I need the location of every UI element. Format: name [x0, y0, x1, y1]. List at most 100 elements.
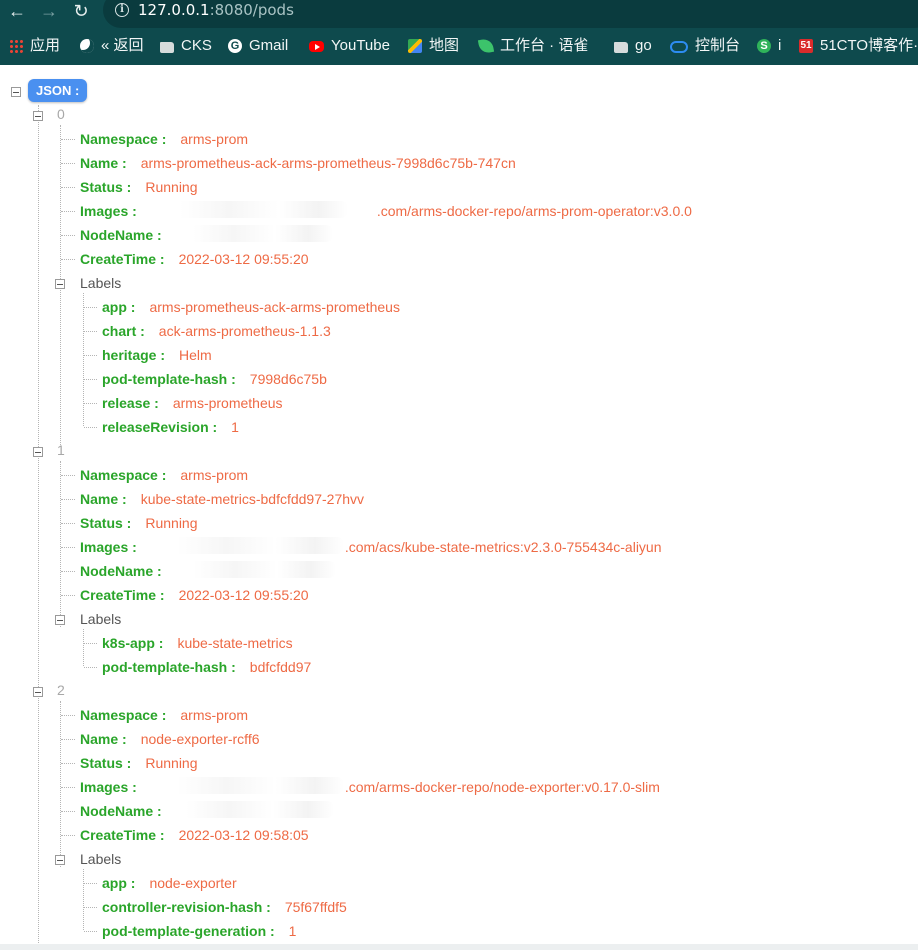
tree-connector: [61, 835, 75, 836]
bookmark-maps[interactable]: 地图: [408, 36, 459, 56]
pod-0-collapse-toggle[interactable]: [33, 111, 43, 121]
field-value: .com/arms-docker-repo/arms-prom-operator…: [376, 203, 692, 219]
field-key: Namespace :: [80, 131, 167, 147]
reload-icon[interactable]: ↻: [69, 0, 93, 22]
labels-collapse-toggle[interactable]: [55, 615, 65, 625]
label-value: kube-state-metrics: [177, 635, 293, 651]
pod-index: 2: [57, 682, 65, 698]
field-key: NodeName :: [80, 227, 162, 243]
tree-connector: [61, 787, 75, 788]
back-arrow-icon[interactable]: ←: [5, 0, 29, 22]
tree-connector: [61, 595, 75, 596]
cloud-icon: [670, 41, 688, 53]
folder-icon: [614, 41, 628, 53]
field-row: Status : Running: [80, 754, 198, 772]
label-row: k8s-app : kube-state-metrics: [102, 634, 293, 652]
redaction-blur: [148, 537, 344, 554]
label-value: Helm: [179, 347, 212, 363]
tree-connector: [61, 187, 75, 188]
tree-connector: [84, 907, 97, 908]
tree-connector: [84, 667, 97, 668]
tree-guide-line: [60, 461, 61, 627]
json-tree-viewer: JSON : 0 Namespace : arms-prom Name : arms…: [0, 65, 918, 950]
label-row: pod-template-hash : 7998d6c75b: [102, 370, 327, 388]
field-value: kube-state-metrics-bdfcfdd97-27hvv: [140, 491, 365, 507]
tree-connector: [61, 499, 75, 500]
tree-connector: [61, 571, 75, 572]
field-value: Running: [145, 515, 198, 531]
tree-connector: [61, 811, 75, 812]
field-key: NodeName :: [80, 803, 162, 819]
pod-1-collapse-toggle[interactable]: [33, 447, 43, 457]
field-key: NodeName :: [80, 563, 162, 579]
labels-collapse-toggle[interactable]: [55, 279, 65, 289]
field-row: Namespace : arms-prom: [80, 466, 248, 484]
field-key: Name :: [80, 731, 127, 747]
redaction-blur: [168, 561, 336, 578]
bookmark-apps[interactable]: 应用: [9, 36, 60, 56]
field-value: arms-prom: [180, 707, 249, 723]
google-icon: G: [228, 39, 242, 53]
bookmark-cks[interactable]: CKS: [160, 36, 212, 56]
browser-toolbar: ← → ↻ i 127.0.0.1:8080/pods 应用 « 返回 CKS …: [0, 0, 918, 65]
field-row: Namespace : arms-prom: [80, 130, 248, 148]
label-key: heritage :: [102, 347, 166, 363]
info-icon[interactable]: i: [115, 3, 129, 17]
bookmark-go[interactable]: go: [614, 36, 652, 56]
field-value: 2022-03-12 09:55:20: [178, 587, 309, 603]
label-value: 7998d6c75b: [249, 371, 327, 387]
bookmark-gmail[interactable]: G Gmail: [228, 36, 288, 56]
label-value: node-exporter: [149, 875, 237, 891]
root-collapse-toggle[interactable]: [11, 87, 21, 97]
apps-grid-icon: [9, 39, 23, 53]
tree-guide-line: [83, 629, 84, 666]
youtube-icon: [309, 40, 324, 52]
tree-connector: [84, 643, 97, 644]
pod-2-collapse-toggle[interactable]: [33, 687, 43, 697]
field-key: Namespace :: [80, 467, 167, 483]
field-key: CreateTime :: [80, 587, 165, 603]
redaction-blur: [150, 201, 348, 218]
bookmark-console[interactable]: 控制台: [670, 36, 740, 56]
label-key: releaseRevision :: [102, 419, 218, 435]
field-key: Namespace :: [80, 707, 167, 723]
globe-icon: [80, 39, 94, 53]
label-key: pod-template-hash :: [102, 659, 236, 675]
label-value: bdfcfdd97: [249, 659, 312, 675]
field-key: Images :: [80, 539, 137, 555]
field-value: 2022-03-12 09:55:20: [178, 251, 309, 267]
label-row: controller-revision-hash : 75f67ffdf5: [102, 898, 347, 916]
tree-connector: [61, 763, 75, 764]
label-key: k8s-app :: [102, 635, 164, 651]
bookmarks-bar: 应用 « 返回 CKS G Gmail YouTube 地图 工作台 · 语雀 g…: [0, 33, 918, 59]
bookmark-youtube[interactable]: YouTube: [309, 36, 390, 56]
labels-group: Labels: [80, 275, 122, 291]
field-key: Images :: [80, 779, 137, 795]
labels-collapse-toggle[interactable]: [55, 855, 65, 865]
bookmark-i[interactable]: Si: [757, 36, 781, 56]
field-key: Images :: [80, 203, 137, 219]
label-value: arms-prometheus-ack-arms-prometheus: [149, 299, 400, 315]
field-value: .com/arms-docker-repo/node-exporter:v0.1…: [344, 779, 660, 795]
tree-guide-line: [83, 869, 84, 930]
address-bar[interactable]: i 127.0.0.1:8080/pods: [103, 0, 918, 28]
label-row: heritage : Helm: [102, 346, 212, 364]
field-key: Status :: [80, 755, 132, 771]
horizontal-scrollbar[interactable]: [0, 944, 918, 950]
label-value: ack-arms-prometheus-1.1.3: [158, 323, 331, 339]
folder-icon: [160, 41, 174, 53]
field-key: Status :: [80, 179, 132, 195]
tree-connector: [61, 715, 75, 716]
bookmark-51cto[interactable]: 51 51CTO博客作·: [799, 36, 918, 56]
51cto-icon: 51: [799, 39, 813, 53]
label-row: release : arms-prometheus: [102, 394, 283, 412]
field-value: 2022-03-12 09:58:05: [178, 827, 309, 843]
forward-arrow-icon[interactable]: →: [37, 0, 61, 22]
url-text: 127.0.0.1:8080/pods: [138, 1, 294, 19]
label-row: releaseRevision : 1: [102, 418, 239, 436]
bookmark-yuque[interactable]: 工作台 · 语雀: [477, 36, 588, 56]
bookmark-back[interactable]: « 返回: [80, 36, 144, 56]
tree-guide-line: [38, 105, 39, 945]
field-key: CreateTime :: [80, 251, 165, 267]
field-key: CreateTime :: [80, 827, 165, 843]
